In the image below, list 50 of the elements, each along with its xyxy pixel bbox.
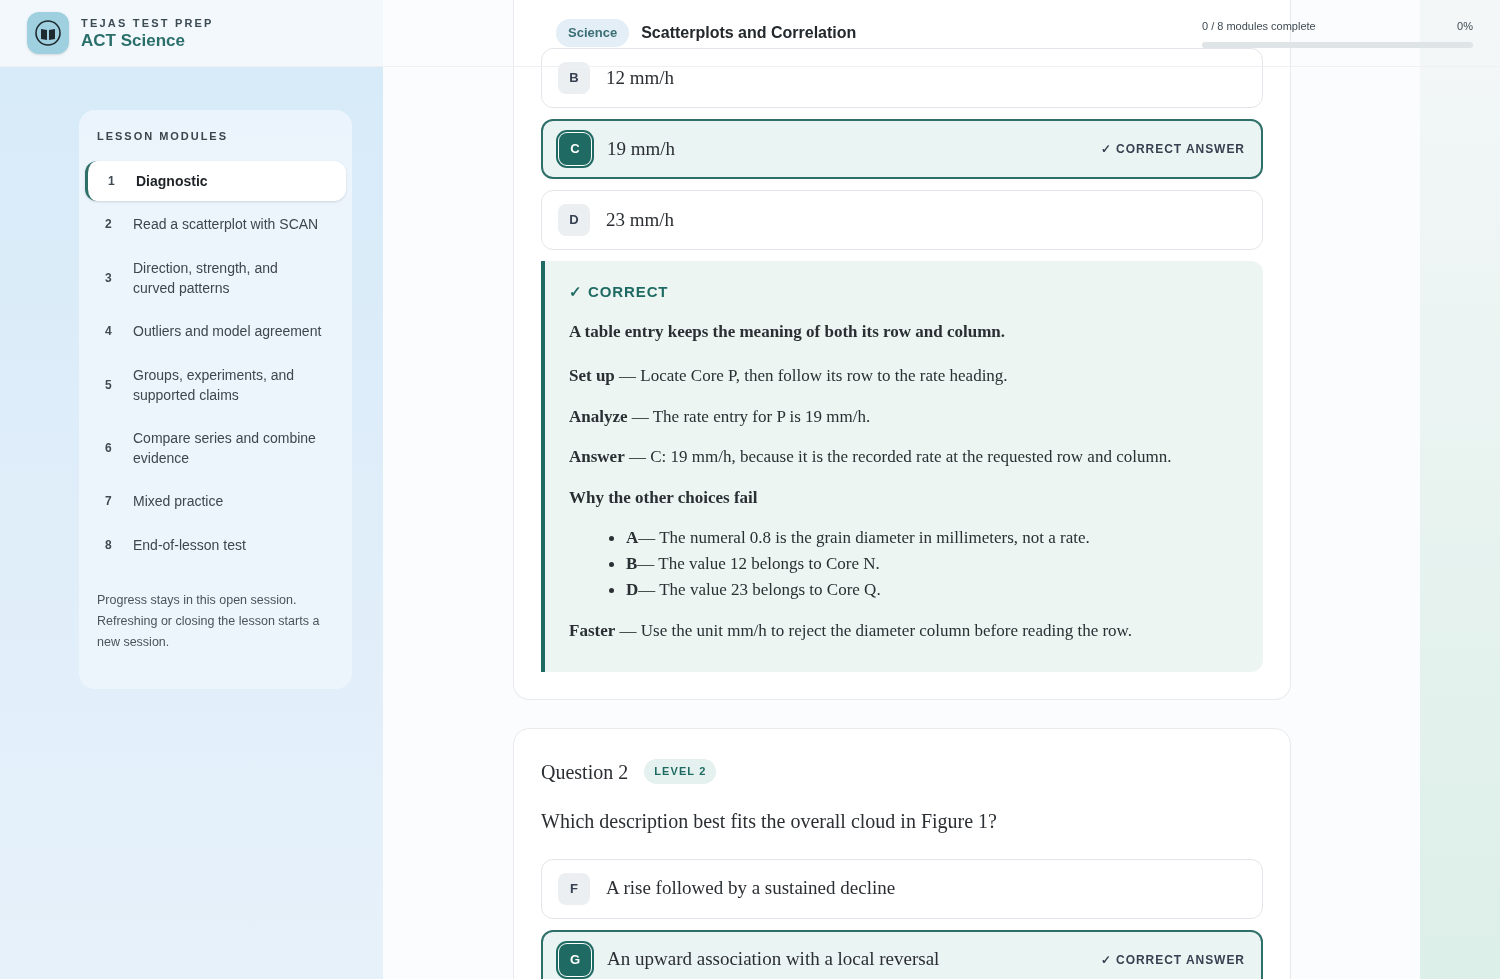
brand-tagline: TEJAS TEST PREP: [81, 15, 214, 31]
module-item[interactable]: 1 Diagnostic: [85, 160, 346, 201]
choice-reason: A— The numeral 0.8 is the grain diameter in millimeters, not a rate.: [626, 527, 1090, 549]
module-item[interactable]: 7 Mixed practice: [85, 480, 346, 522]
why-heading: Why the other choices fail: [569, 486, 759, 509]
book-logo-icon: [27, 12, 69, 54]
faster-tip: Faster — Use the unit mm/h to reject the diameter column before reading the row.: [569, 620, 1134, 642]
option-text: An upward association with a local reversal: [607, 947, 941, 972]
choice-reason: D— The value 23 belongs to Core Q.: [626, 579, 881, 601]
question-prompt: Which description best fits the overall cloud in Figure 1?: [541, 808, 998, 835]
feedback-status: ✓ CORRECT: [569, 282, 670, 302]
correct-answer-label: ✓ CORRECT ANSWER: [1100, 951, 1245, 969]
subject-tag: Science: [556, 19, 630, 47]
module-item[interactable]: 5 Groups, experiments, and supported claims: [85, 354, 346, 415]
question-title: Question 2: [541, 759, 629, 785]
module-item[interactable]: 3 Direction, strength, and curved patterns: [85, 247, 346, 308]
module-item[interactable]: 2 Read a scatterplot with SCAN: [85, 203, 346, 245]
explanation-step: Set up — Locate Core P, then follow its row to the rate heading.: [569, 363, 1239, 389]
module-item[interactable]: 6 Compare series and combine evidence: [85, 417, 346, 478]
progress-label: 0 / 8 modules complete: [1202, 18, 1316, 34]
choice-reason: B— The value 12 belongs to Core N.: [626, 553, 880, 575]
panel-heading: LESSON MODULES: [96, 129, 229, 144]
option-letter: G: [559, 943, 591, 976]
explanation-step: Answer — C: 19 mm/h, because it is the recorded rate at the requested row and column.: [569, 444, 1239, 470]
explanation-step: Analyze — The rate entry for P is 19 mm/h.: [569, 403, 1239, 429]
option-letter: B: [558, 62, 590, 94]
answer-option[interactable]: C 19 mm/h ✓ CORRECT ANSWER: [541, 119, 1263, 179]
option-text: 12 mm/h: [606, 65, 676, 90]
correct-answer-label: ✓ CORRECT ANSWER: [1100, 141, 1245, 158]
option-text: 23 mm/h: [606, 207, 676, 232]
answer-option[interactable]: B 12 mm/h: [541, 48, 1263, 108]
bullet-icon: [609, 535, 614, 541]
feedback-lead: A table entry keeps the meaning of both its row and column.: [569, 320, 1007, 343]
option-letter: F: [558, 872, 590, 905]
brand-title: ACT Science: [81, 31, 186, 52]
option-text: 19 mm/h: [607, 136, 677, 161]
answer-option[interactable]: D 23 mm/h: [541, 190, 1263, 250]
option-letter: C: [559, 133, 591, 165]
module-item[interactable]: 8 End-of-lesson test: [85, 524, 346, 566]
answer-option[interactable]: F A rise followed by a sustained decline: [541, 858, 1263, 919]
progress-percent: 0%: [1457, 18, 1473, 34]
option-letter: D: [558, 204, 590, 236]
level-badge: LEVEL 2: [644, 759, 717, 784]
lesson-title: Scatterplots and Correlation: [641, 23, 857, 43]
bullet-icon: [609, 561, 614, 567]
session-note: Progress stays in this open session. Refreshing or closing the lesson starts a new session.: [96, 591, 321, 651]
option-text: A rise followed by a sustained decline: [606, 876, 897, 901]
answer-option[interactable]: G An upward association with a local reversal ✓ CORRECT ANSWER: [541, 929, 1263, 979]
bullet-icon: [609, 587, 614, 593]
module-item[interactable]: 4 Outliers and model agreement: [85, 310, 346, 352]
